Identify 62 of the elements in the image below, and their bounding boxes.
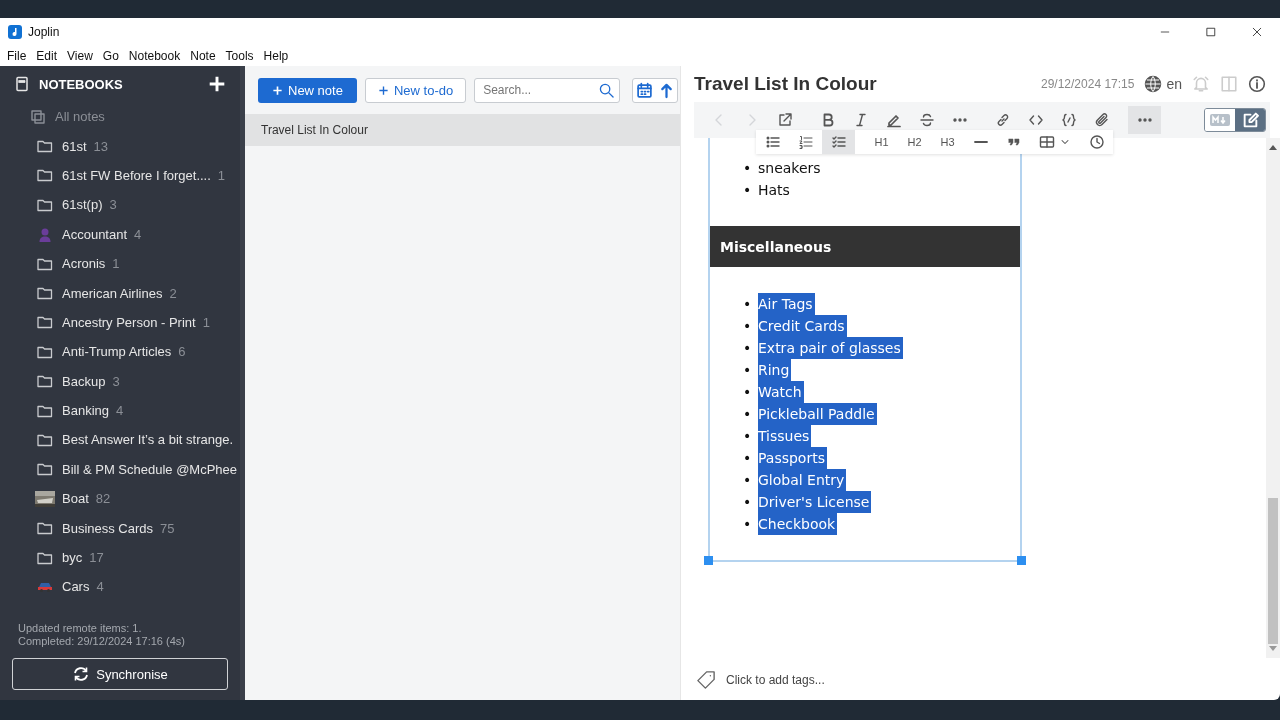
note-date: 29/12/2024 17:15 <box>1041 77 1135 91</box>
notebook-name: 61st <box>62 138 87 154</box>
bullet-mark: • <box>743 515 753 534</box>
notebook-name: Anti-Trump Articles <box>62 344 172 360</box>
note-count: 1 <box>217 167 226 183</box>
note-count: 2 <box>169 285 177 301</box>
notebook-name: Banking <box>62 403 109 419</box>
notebook-name: byc <box>62 550 83 566</box>
note-count: 4 <box>134 226 142 242</box>
bullet-mark: • <box>743 181 753 200</box>
list-item: Air Tags <box>758 293 815 315</box>
note-count: 1 <box>112 256 120 272</box>
list-item: Ring <box>758 359 792 381</box>
notebook-name: Boat <box>62 491 89 507</box>
list-item: Pickleball Paddle <box>758 403 877 425</box>
list-item: Global Entry <box>758 469 847 491</box>
list-item: Credit Cards <box>758 315 847 337</box>
bullet-mark: • <box>743 427 753 446</box>
note-count: 1 <box>202 314 210 330</box>
bullet-mark: • <box>743 449 753 468</box>
bullet-mark: • <box>743 493 753 512</box>
bullet-mark: • <box>743 383 753 402</box>
bullet-mark: • <box>743 295 753 314</box>
bullet-mark: • <box>743 339 753 358</box>
bullet-mark: • <box>743 159 753 178</box>
bullet-mark: • <box>743 405 753 424</box>
notebook-name: American Airlines <box>62 285 163 301</box>
note-count: 4 <box>96 579 104 595</box>
list-item: Watch <box>758 381 804 403</box>
notebook-name: Bill & PM Schedule @McPhee <box>62 461 238 477</box>
list-item: Passports <box>758 447 827 469</box>
section-heading: Miscellaneous <box>710 226 1020 267</box>
list-item: Extra pair of glasses <box>758 337 903 359</box>
notebook-name: Cars <box>62 579 90 595</box>
note-count: 13 <box>93 138 109 154</box>
note-count: 3 <box>112 373 120 389</box>
bullet-mark: • <box>743 317 753 336</box>
notebook-name: Ancestry Person - Print <box>62 314 196 330</box>
notebook-name: Accountant <box>62 226 128 242</box>
bullet-mark: • <box>743 471 753 490</box>
notebook-name: 61st FW Before I forget.... <box>62 167 211 183</box>
list-item: Driver's License <box>758 491 872 513</box>
sync-status: Updated remote items: 1. Completed: 29/12/2024 17:16 (4s) <box>17 622 186 648</box>
list-item: Tissues <box>758 425 812 447</box>
note-count: 17 <box>89 550 104 566</box>
notebook-name: Acronis <box>62 256 106 272</box>
note-count: 82 <box>95 491 111 507</box>
note-count: 6 <box>178 344 186 360</box>
window-title: Joplin <box>28 25 60 39</box>
note-title: Travel List In Colour <box>694 73 877 95</box>
list-item: Hats <box>758 181 790 200</box>
note-count: 3 <box>109 197 117 213</box>
notebook-name: Best Answer It’s a bit strange. <box>62 432 233 448</box>
note-count: 75 <box>160 520 175 536</box>
note-count: 4 <box>116 403 124 419</box>
bullet-mark: • <box>743 361 753 380</box>
list-item: sneakers <box>758 159 821 178</box>
section-title: NOTEBOOKS <box>39 76 123 92</box>
list-item: Checkbook <box>758 513 838 535</box>
notebook-name: 61st(p) <box>62 197 103 213</box>
notebook-name: Backup <box>62 373 106 389</box>
notebook-name: Business Cards <box>62 520 154 536</box>
